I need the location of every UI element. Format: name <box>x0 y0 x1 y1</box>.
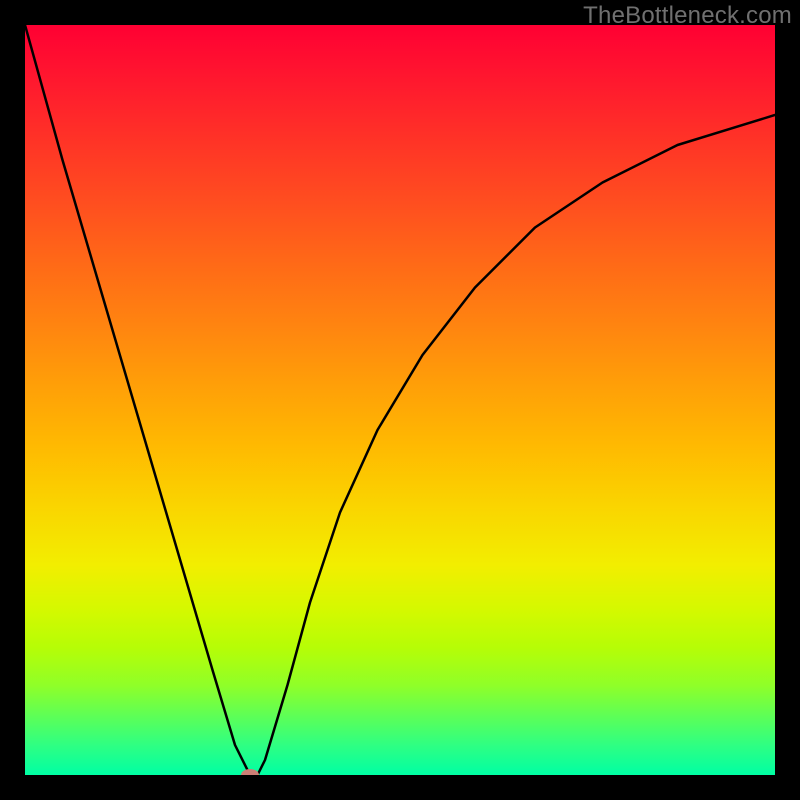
watermark: TheBottleneck.com <box>583 2 792 30</box>
optimum-marker <box>241 769 259 775</box>
curve-layer <box>25 25 775 775</box>
bottleneck-curve <box>25 25 775 775</box>
chart-frame: TheBottleneck.com <box>0 0 800 800</box>
plot-area <box>25 25 775 775</box>
